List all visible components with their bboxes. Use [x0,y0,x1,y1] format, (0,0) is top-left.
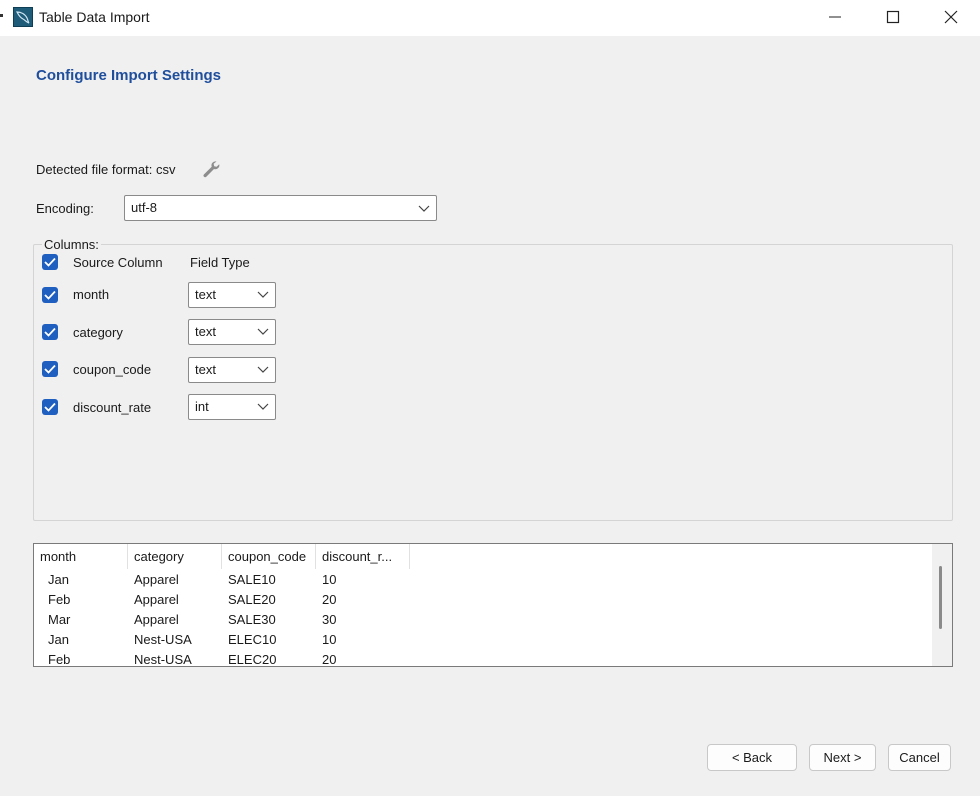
table-cell: ELEC10 [228,632,277,647]
table-cell: Mar [48,612,71,627]
columns-group [33,244,953,521]
table-cell: 10 [322,572,337,587]
field-type-value: int [195,399,209,414]
chevron-down-icon [418,205,430,212]
table-cell: Feb [48,592,71,607]
column-name-month: month [73,287,110,302]
chevron-down-icon [257,366,269,373]
table-cell: ELEC20 [228,652,277,667]
table-cell: 30 [322,612,337,627]
wrench-icon[interactable] [201,159,221,179]
minimize-button[interactable] [806,0,864,34]
table-cell: Feb [48,652,71,667]
checkmark-icon [44,402,56,412]
cancel-button[interactable]: Cancel [888,744,951,771]
field-type-value: text [195,287,216,302]
minimize-icon [829,16,841,18]
chevron-down-icon [257,291,269,298]
encoding-label: Encoding: [36,201,94,216]
close-button[interactable] [922,0,980,34]
checkmark-icon [44,257,56,267]
chevron-down-icon [257,403,269,410]
checkmark-icon [44,364,56,374]
table-cell: SALE30 [228,612,276,627]
table-cell: Apparel [134,572,179,587]
mysql-dolphin-icon [13,7,33,27]
field-type-select-category[interactable]: text [188,319,276,345]
column-checkbox-coupon-code[interactable] [42,361,58,377]
table-cell: Apparel [134,592,179,607]
scrollbar-thumb[interactable] [939,566,942,629]
data-preview-table[interactable]: month category coupon_code discount_r...… [33,543,953,667]
column-name-discount-rate: discount_rate [73,400,152,415]
column-name-category: category [73,325,123,340]
field-type-select-coupon-code[interactable]: text [188,357,276,383]
back-button[interactable]: < Back [707,744,797,771]
encoding-select[interactable]: utf-8 [124,195,437,221]
preview-header-category[interactable]: category [128,544,222,569]
table-cell: Nest-USA [134,632,192,647]
table-cell: 10 [322,632,337,647]
window-edge [0,0,4,40]
maximize-button[interactable] [864,0,922,34]
chevron-down-icon [257,328,269,335]
field-type-select-discount-rate[interactable]: int [188,394,276,420]
field-type-header: Field Type [190,255,250,270]
table-cell: Apparel [134,612,179,627]
table-cell: Nest-USA [134,652,192,667]
source-column-header: Source Column [73,255,163,270]
column-checkbox-discount-rate[interactable] [42,399,58,415]
column-name-coupon-code: coupon_code [73,362,152,377]
checkmark-icon [44,290,56,300]
preview-header-month[interactable]: month [34,544,128,569]
field-type-value: text [195,324,216,339]
checkmark-icon [44,327,56,337]
file-format-label: Detected file format: csv [36,162,176,177]
column-checkbox-month[interactable] [42,287,58,303]
preview-header-coupon-code[interactable]: coupon_code [222,544,316,569]
table-cell: SALE10 [228,572,276,587]
field-type-select-month[interactable]: text [188,282,276,308]
close-icon [944,10,958,24]
select-all-checkbox[interactable] [42,254,58,270]
table-cell: SALE20 [228,592,276,607]
table-cell: 20 [322,652,337,667]
field-type-value: text [195,362,216,377]
title-bar: Table Data Import [0,0,980,36]
next-button[interactable]: Next > [809,744,876,771]
vertical-scrollbar[interactable] [932,544,952,666]
window-title: Table Data Import [39,9,150,25]
column-checkbox-category[interactable] [42,324,58,340]
page-heading: Configure Import Settings [36,67,221,84]
table-cell: 20 [322,592,337,607]
table-cell: Jan [48,632,69,647]
preview-header-discount-rate[interactable]: discount_r... [316,544,410,569]
columns-legend: Columns: [42,237,101,252]
table-cell: Jan [48,572,69,587]
maximize-icon [886,10,900,24]
encoding-value: utf-8 [131,200,158,215]
